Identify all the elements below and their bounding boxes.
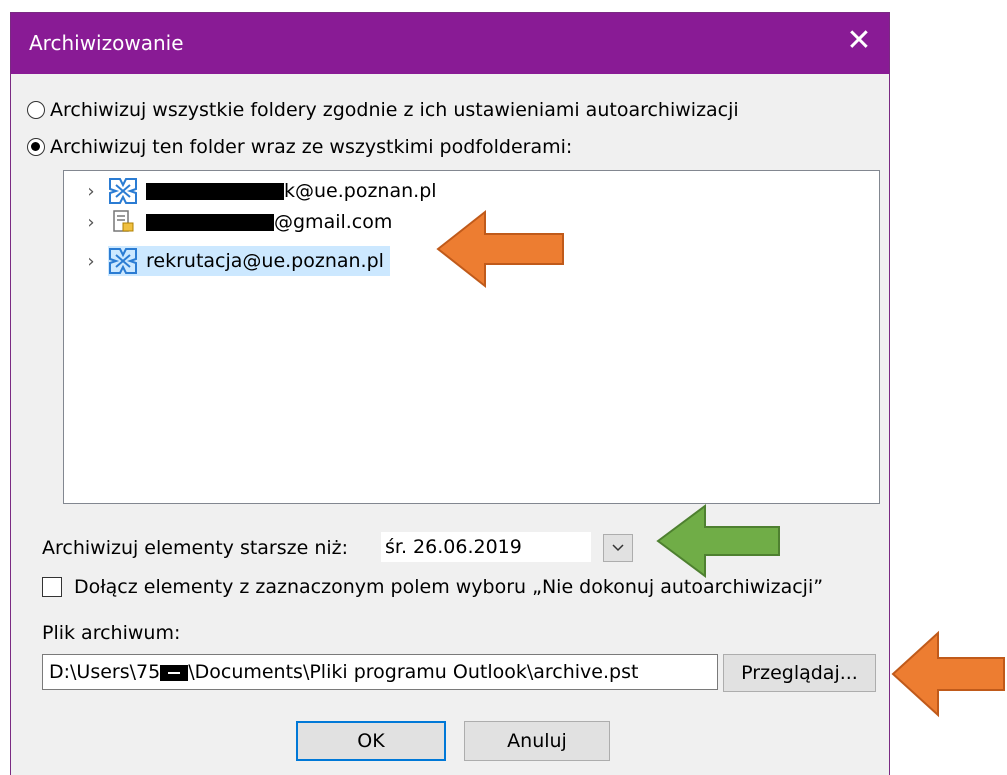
date-value: śr. 26.06.2019: [385, 536, 522, 558]
include-no-autoarchive-label: Dołącz elementy z zaznaczonym polem wybo…: [74, 576, 824, 598]
tree-item-mailbox-1[interactable]: › k@ue.poznan.pl: [84, 176, 443, 206]
mailbox-label: k@ue.poznan.pl: [284, 180, 437, 202]
pst-data-file-icon: [108, 208, 138, 236]
archive-file-label: Plik archiwum:: [42, 622, 181, 644]
chevron-right-icon[interactable]: ›: [84, 212, 98, 233]
exchange-mailbox-icon: [108, 247, 138, 275]
ok-button[interactable]: OK: [296, 721, 446, 761]
mailbox-label: @gmail.com: [274, 211, 393, 233]
green-arrow-icon: [656, 504, 780, 578]
selected-folder[interactable]: rekrutacja@ue.poznan.pl: [108, 246, 390, 276]
archive-dialog: Archiwizowanie ✕ Archiwizuj wszystkie fo…: [10, 12, 890, 775]
older-than-label: Archiwizuj elementy starsze niż:: [42, 537, 349, 559]
archive-path-input[interactable]: D:\Users\75 \Documents\Pliki programu Out…: [42, 654, 718, 690]
archive-all-radio[interactable]: [27, 101, 45, 119]
orange-arrow-icon: [891, 630, 1005, 718]
browse-button[interactable]: Przeglądaj...: [723, 654, 876, 692]
cancel-button[interactable]: Anuluj: [464, 721, 610, 761]
archive-folder-radio[interactable]: [27, 138, 45, 156]
path-prefix: D:\Users\75: [49, 661, 161, 683]
chevron-right-icon[interactable]: ›: [84, 181, 98, 202]
include-no-autoarchive-checkbox[interactable]: [42, 577, 62, 597]
date-picker-button[interactable]: [603, 534, 633, 562]
exchange-mailbox-icon: [108, 177, 138, 205]
dialog-title: Archiwizowanie: [29, 31, 184, 55]
path-suffix: \Documents\Pliki programu Outlook\archiv…: [188, 661, 639, 683]
chevron-right-icon[interactable]: ›: [84, 251, 98, 272]
include-no-autoarchive-option[interactable]: Dołącz elementy z zaznaczonym polem wybo…: [42, 576, 823, 598]
archive-all-option[interactable]: Archiwizuj wszystkie foldery zgodnie z i…: [27, 99, 739, 121]
chevron-down-icon: [612, 544, 624, 552]
tree-item-mailbox-2[interactable]: › @gmail.com: [84, 207, 398, 237]
dialog-titlebar: Archiwizowanie ✕: [11, 13, 889, 74]
tree-item-mailbox-3[interactable]: › rekrutacja@ue.poznan.pl: [84, 246, 390, 276]
archive-folder-label: Archiwizuj ten folder wraz ze wszystkimi…: [50, 136, 573, 158]
archive-folder-option[interactable]: Archiwizuj ten folder wraz ze wszystkimi…: [27, 136, 572, 158]
close-icon[interactable]: ✕: [845, 25, 873, 57]
date-field[interactable]: śr. 26.06.2019: [381, 532, 591, 562]
mailbox-label: rekrutacja@ue.poznan.pl: [146, 250, 384, 272]
redacted-block: [160, 664, 189, 681]
archive-all-label: Archiwizuj wszystkie foldery zgodnie z i…: [50, 99, 739, 121]
redacted-block: [146, 213, 274, 231]
orange-arrow-icon: [436, 209, 564, 289]
redacted-block: [146, 182, 284, 200]
